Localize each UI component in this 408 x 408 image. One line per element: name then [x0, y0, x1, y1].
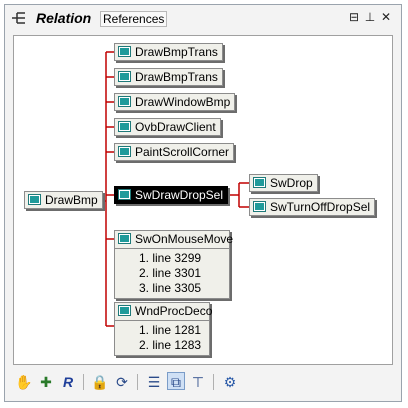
toolbar-separator	[137, 374, 138, 390]
call-line-list: 1. line 1281 2. line 1283	[115, 321, 209, 355]
node-label: OvbDrawClient	[135, 120, 216, 134]
group-label: WndProcDeco	[135, 304, 213, 318]
node-label: SwDrop	[270, 176, 313, 190]
window-header: Relation References ⊟ ⊥ ✕	[5, 5, 401, 31]
call-line-list: 1. line 3299 2. line 3301 3. line 3305	[115, 249, 229, 298]
caller-node-drawwindowbmp[interactable]: DrawWindowBmp	[114, 93, 236, 111]
node-label: DrawWindowBmp	[135, 95, 231, 109]
caller-node-drawbmptrans-1[interactable]: DrawBmpTrans	[114, 43, 223, 61]
relation-tree-icon	[12, 12, 25, 24]
node-label: SwTurnOffDropSel	[270, 200, 371, 214]
call-line-item[interactable]: 2. line 1283	[139, 338, 209, 353]
caller-node-drawbmptrans-2[interactable]: DrawBmpTrans	[114, 68, 223, 86]
group-label: SwOnMouseMove	[135, 232, 234, 246]
lock-icon[interactable]: 🔒	[91, 373, 109, 391]
node-label: SwDrawDropSel	[135, 188, 224, 202]
function-node-icon	[118, 189, 131, 200]
function-node-icon	[118, 96, 131, 107]
toolbar-separator	[213, 374, 214, 390]
node-label: DrawBmpTrans	[135, 70, 218, 84]
toolbar-separator	[83, 374, 84, 390]
hand-icon[interactable]: ✋	[15, 373, 33, 391]
call-line-item[interactable]: 1. line 1281	[139, 323, 209, 338]
list-view-icon[interactable]: ☰	[145, 373, 163, 391]
callee-node-swdrop[interactable]: SwDrop	[249, 174, 318, 192]
node-label: DrawBmpTrans	[135, 45, 218, 59]
relation-window: Relation References ⊟ ⊥ ✕ DrawBmpTrans D…	[4, 4, 402, 402]
pin-button[interactable]: ⊟	[347, 10, 361, 24]
node-label: PaintScrollCorner	[135, 145, 230, 159]
call-line-item[interactable]: 3. line 3305	[139, 281, 229, 296]
call-line-item[interactable]: 1. line 3299	[139, 251, 229, 266]
tree-view-icon[interactable]: ⊤	[189, 373, 207, 391]
references-button[interactable]: References	[100, 11, 168, 27]
settings-gear-icon[interactable]: ⚙	[221, 373, 239, 391]
node-label: DrawBmp	[45, 193, 98, 207]
group-header: WndProcDeco	[115, 303, 213, 321]
graph-view-icon[interactable]: ⧉	[167, 372, 185, 390]
call-line-item[interactable]: 2. line 3301	[139, 266, 229, 281]
function-node-icon	[118, 146, 131, 157]
function-node-icon	[253, 201, 266, 212]
function-node-icon	[28, 194, 41, 205]
function-node-icon	[118, 121, 131, 132]
root-node-drawbmp[interactable]: DrawBmp	[24, 191, 103, 209]
refresh-icon[interactable]: ⟳	[113, 373, 131, 391]
caller-node-paintscrollcorner[interactable]: PaintScrollCorner	[114, 143, 235, 161]
function-node-icon	[118, 305, 131, 316]
selected-node-swdrawdropsel[interactable]: SwDrawDropSel	[114, 186, 229, 204]
window-title: Relation	[36, 10, 92, 26]
group-header: SwOnMouseMove	[115, 231, 233, 249]
new-item-icon[interactable]: ✚	[37, 373, 55, 391]
function-node-icon	[253, 177, 266, 188]
callee-node-swturnoffdropsel[interactable]: SwTurnOffDropSel	[249, 198, 376, 216]
function-node-icon	[118, 233, 131, 244]
bottom-toolbar: ✋ ✚ R 🔒 ⟳ ☰ ⧉ ⊤ ⚙	[11, 371, 395, 395]
function-node-icon	[118, 46, 131, 57]
caller-node-ovbdrawclient[interactable]: OvbDrawClient	[114, 118, 221, 136]
close-button[interactable]: ✕	[379, 10, 393, 24]
caller-group-swonmousemove[interactable]: SwOnMouseMove 1. line 3299 2. line 3301 …	[114, 230, 233, 299]
dock-button[interactable]: ⊥	[363, 10, 377, 24]
caller-group-wndprocdeco[interactable]: WndProcDeco 1. line 1281 2. line 1283	[114, 302, 213, 356]
r-logo-icon[interactable]: R	[59, 373, 77, 391]
relation-graph-canvas[interactable]: DrawBmpTrans DrawBmpTrans DrawWindowBmp …	[13, 35, 393, 365]
function-node-icon	[118, 71, 131, 82]
